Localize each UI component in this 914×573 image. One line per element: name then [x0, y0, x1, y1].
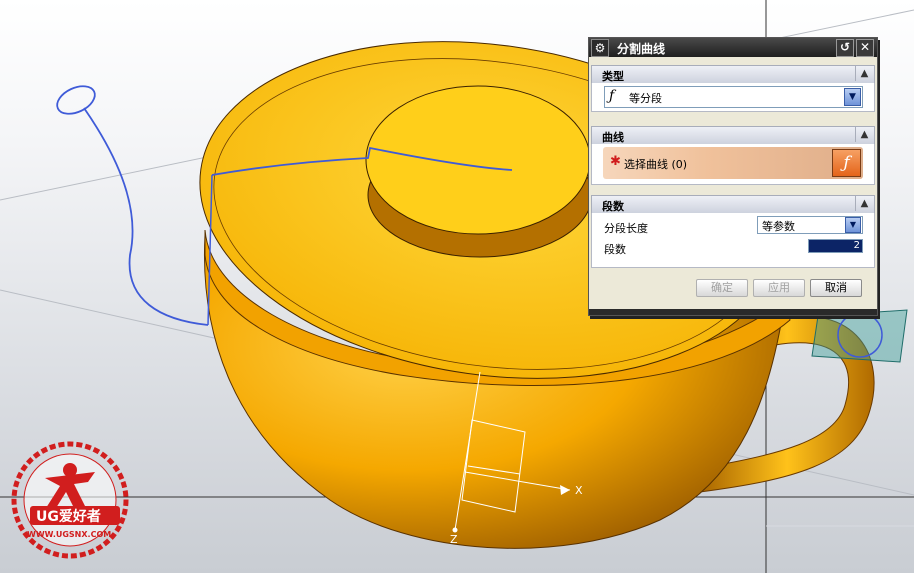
required-star-icon: ✱: [610, 154, 621, 169]
datum-plane: [811, 309, 908, 363]
cancel-button[interactable]: 取消: [810, 279, 862, 297]
axis-z-label: Z: [450, 533, 458, 546]
section-curve-body: ✱ 选择曲线 (0) ƒ: [591, 144, 875, 185]
axis-x-label: X: [575, 484, 583, 497]
section-type-label: 类型: [602, 70, 624, 83]
curve-function-icon: ƒ: [609, 88, 615, 104]
collapse-icon[interactable]: ▲: [855, 66, 873, 81]
select-curve-label: 选择曲线 (0): [624, 158, 688, 171]
watermark-logo: UG爱好者 WWW.UGSNX.COM: [11, 441, 129, 559]
section-curve-label: 曲线: [602, 131, 624, 144]
chevron-down-icon[interactable]: ▼: [845, 217, 861, 233]
spline-curve: [83, 107, 209, 326]
segment-length-label: 分段长度: [604, 222, 648, 235]
section-type-body: ƒ 等分段 ▼: [591, 83, 875, 112]
chevron-down-icon[interactable]: ▼: [844, 88, 861, 106]
gear-icon[interactable]: ⚙: [591, 39, 609, 57]
section-segments-header[interactable]: 段数 ▲: [591, 195, 875, 214]
select-curve-icon[interactable]: ƒ: [832, 149, 861, 177]
section-segments-label: 段数: [602, 200, 624, 213]
section-segments-body: 分段长度 等参数 ▼ 段数 2: [591, 213, 875, 268]
dialog-title-bar[interactable]: ⚙ 分割曲线 ↺ ✕: [589, 38, 877, 57]
section-curve-header[interactable]: 曲线 ▲: [591, 126, 875, 145]
dialog-title: 分割曲线: [617, 42, 666, 56]
segment-count-input[interactable]: 2: [808, 239, 863, 253]
close-icon[interactable]: ✕: [856, 39, 874, 57]
ok-button[interactable]: 确定: [696, 279, 748, 297]
select-curve-row[interactable]: ✱ 选择曲线 (0) ƒ: [603, 147, 863, 179]
reset-icon[interactable]: ↺: [836, 39, 854, 57]
segment-count-label: 段数: [604, 243, 626, 256]
collapse-icon[interactable]: ▲: [855, 196, 873, 211]
split-curve-dialog: ⚙ 分割曲线 ↺ ✕ 类型 ▲ ƒ 等分段 ▼ 曲线 ▲ ✱ 选择曲线 (0) …: [588, 37, 878, 316]
apply-button[interactable]: 应用: [753, 279, 805, 297]
dialog-footer: [589, 309, 877, 315]
lid-disk: [365, 85, 591, 235]
segment-length-value: 等参数: [762, 220, 795, 233]
watermark-brand: UG爱好者: [36, 508, 101, 525]
type-select[interactable]: ƒ 等分段 ▼: [604, 86, 863, 108]
segment-length-select[interactable]: 等参数 ▼: [757, 216, 863, 234]
watermark-url: WWW.UGSNX.COM: [27, 530, 111, 539]
section-type-header[interactable]: 类型 ▲: [591, 65, 875, 84]
type-select-value: 等分段: [629, 92, 662, 105]
collapse-icon[interactable]: ▲: [855, 127, 873, 142]
